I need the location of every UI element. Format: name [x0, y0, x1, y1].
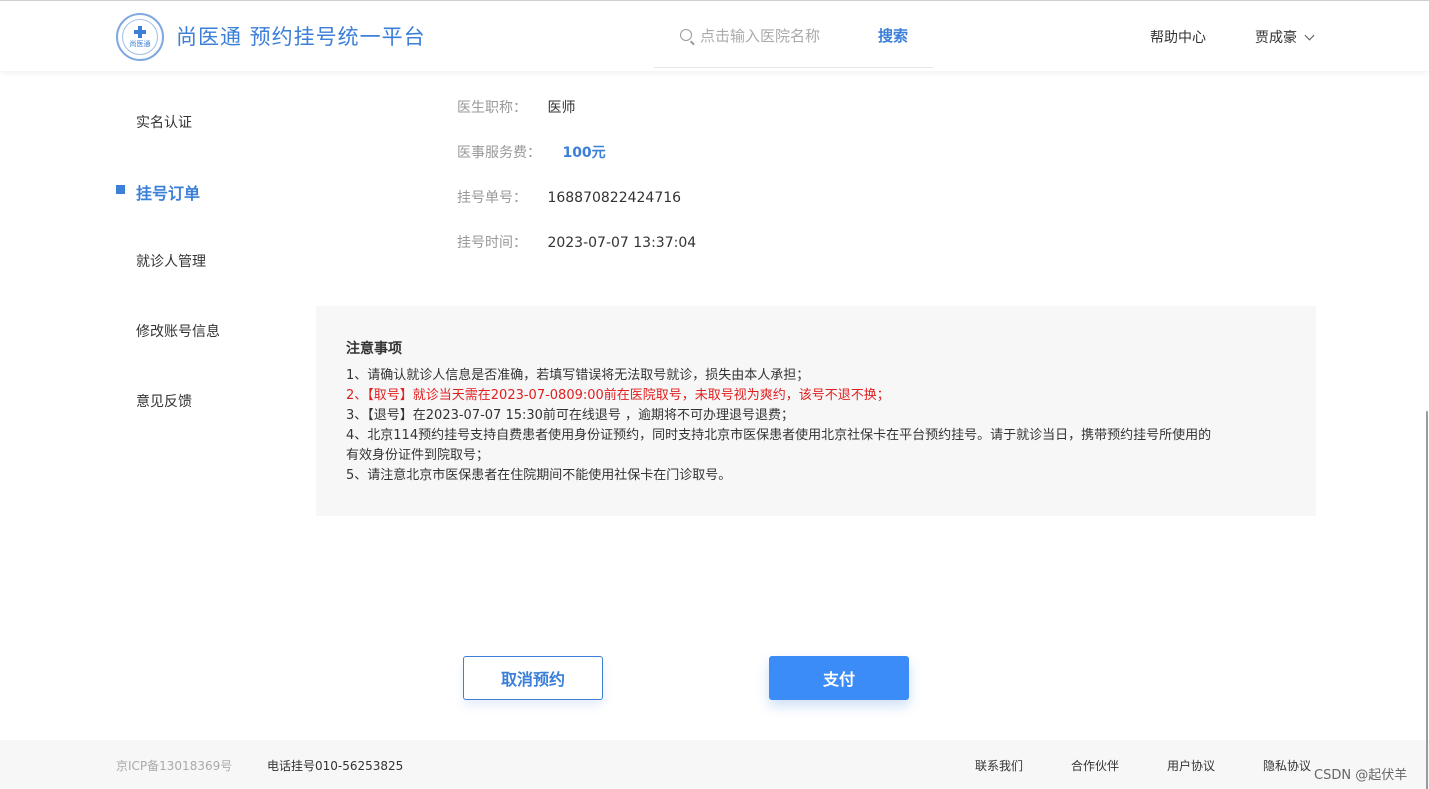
phone-booking: 电话挂号010-56253825: [267, 759, 404, 773]
sidebar-item-patients[interactable]: 就诊人管理: [136, 251, 206, 271]
medical-cross-icon: [134, 25, 146, 38]
notice-line: 1、请确认就诊人信息是否准确，若填写错误将无法取号就诊，损失由本人承担；: [346, 368, 810, 383]
search-button[interactable]: 搜索: [878, 25, 908, 46]
search-icon: [680, 29, 692, 41]
order-time-value: 2023-07-07 13:37:04: [547, 235, 697, 251]
notice-line: 3、【退号】在2023-07-07 15:30前可在线退号 ，逾期将不可办理退号…: [346, 408, 795, 423]
notice-line: 有效身份证件到院取号；: [346, 448, 490, 463]
fee-row: 医事服务费： 100元: [457, 142, 606, 162]
sidebar-item-orders[interactable]: 挂号订单: [136, 180, 200, 204]
top-header: 尚医通 尚医通 预约挂号统一平台 搜索 帮助中心 贾成豪: [0, 0, 1429, 71]
search-input[interactable]: [700, 23, 850, 49]
user-menu[interactable]: 贾成豪: [1255, 27, 1315, 47]
scrollbar-thumb[interactable]: [1426, 411, 1428, 789]
order-number-row: 挂号单号： 168870822424716: [457, 187, 681, 207]
page: 尚医通 尚医通 预约挂号统一平台 搜索 帮助中心 贾成豪 实名认证 挂号订单 就…: [0, 0, 1429, 789]
notice-panel: 注意事项 1、请确认就诊人信息是否准确，若填写错误将无法取号就诊，损失由本人承担…: [316, 306, 1316, 516]
scrollbar[interactable]: [1425, 71, 1429, 789]
order-time-label: 挂号时间：: [457, 235, 527, 251]
pay-button[interactable]: 支付: [769, 656, 909, 700]
fee-value: 100元: [562, 145, 606, 161]
help-center-link[interactable]: 帮助中心: [1150, 27, 1206, 47]
site-title[interactable]: 尚医通 预约挂号统一平台: [176, 21, 426, 51]
footer-link-privacy[interactable]: 隐私协议: [1263, 757, 1311, 774]
footer-link-contact[interactable]: 联系我们: [975, 757, 1023, 774]
doctor-title-value: 医师: [547, 100, 576, 116]
sidebar-item-feedback[interactable]: 意见反馈: [136, 391, 192, 411]
user-name: 贾成豪: [1255, 30, 1297, 46]
sidebar-item-account[interactable]: 修改账号信息: [136, 321, 220, 341]
icp-number: 京ICP备13018369号: [116, 759, 233, 773]
notice-title: 注意事项: [346, 341, 402, 357]
order-number-value: 168870822424716: [547, 190, 682, 206]
notice-line: 4、北京114预约挂号支持自费患者使用身份证预约，同时支持北京市医保患者使用北京…: [346, 428, 1212, 443]
notice-line: 5、请注意北京市医保患者在住院期间不能使用社保卡在门诊取号。: [346, 468, 732, 483]
chevron-down-icon: [1304, 30, 1315, 40]
order-time-row: 挂号时间： 2023-07-07 13:37:04: [457, 232, 696, 252]
logo-badge: 尚医通: [122, 19, 158, 55]
fee-label: 医事服务费：: [457, 145, 541, 161]
notice-line-warning: 2、【取号】就诊当天需在2023-07-0809:00前在医院取号，未取号视为爽…: [346, 388, 890, 403]
cancel-appointment-button[interactable]: 取消预约: [463, 656, 603, 700]
footer-link-partners[interactable]: 合作伙伴: [1071, 757, 1119, 774]
order-number-label: 挂号单号：: [457, 190, 527, 206]
sidebar-item-real-name[interactable]: 实名认证: [136, 112, 192, 132]
footer-link-user-agreement[interactable]: 用户协议: [1167, 757, 1215, 774]
logo[interactable]: 尚医通: [116, 13, 164, 61]
doctor-title-row: 医生职称： 医师: [457, 97, 575, 117]
logo-text: 尚医通: [129, 39, 151, 48]
doctor-title-label: 医生职称：: [457, 100, 527, 116]
footer: 京ICP备13018369号 电话挂号010-56253825 联系我们 合作伙…: [0, 740, 1429, 789]
watermark: CSDN @起伏羊: [1314, 768, 1408, 783]
search-bar: 搜索: [654, 15, 933, 68]
active-indicator: [116, 185, 125, 194]
